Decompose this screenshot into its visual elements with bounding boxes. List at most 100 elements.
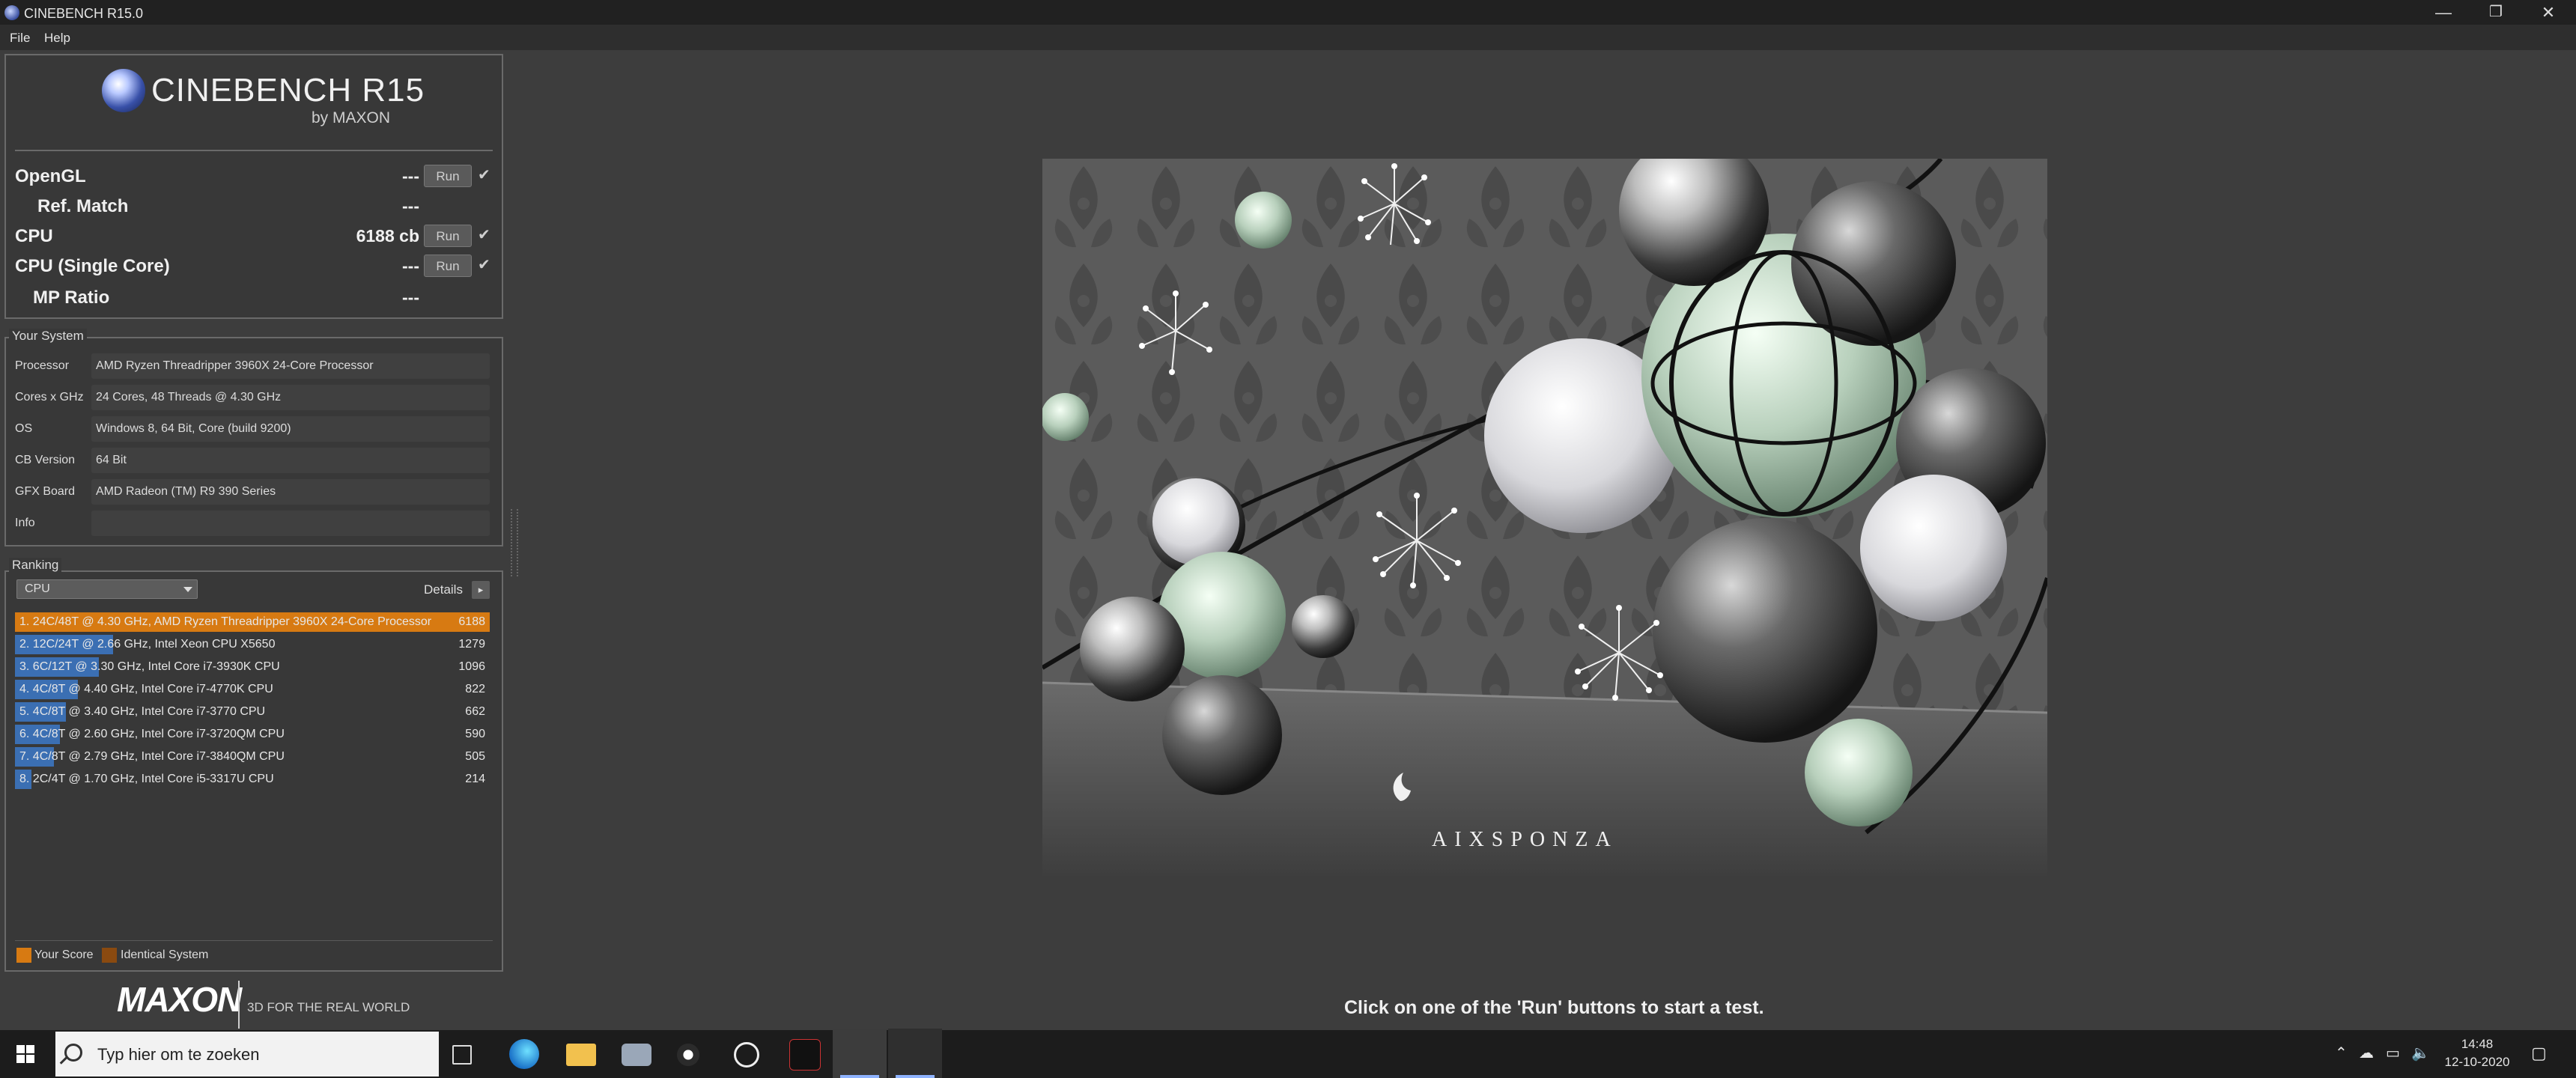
single-core-score: --- [402, 256, 419, 275]
logo-title: CINEBENCH R15 [151, 72, 425, 109]
ranking-row[interactable]: 4. 4C/8T @ 4.40 GHz, Intel Core i7-4770K… [15, 680, 490, 699]
notifications-icon[interactable]: ▢ [2531, 1044, 2547, 1063]
ranking-row-score: 6188 [458, 615, 485, 628]
system-row-value[interactable]: 24 Cores, 48 Threads @ 4.30 GHz [91, 385, 490, 410]
close-button[interactable]: ✕ [2524, 0, 2573, 25]
render-preview: AIXSPONZA [1042, 159, 2047, 876]
search-icon [64, 1044, 82, 1062]
mp-ratio-label: MP Ratio [33, 287, 110, 308]
ranking-row-score: 1279 [458, 638, 485, 651]
status-hint: Click on one of the 'Run' buttons to sta… [1344, 997, 1764, 1018]
amd-software-icon[interactable] [789, 1039, 821, 1071]
ranking-group-title: Ranking [9, 558, 62, 573]
cinebench-app-icon [4, 5, 19, 20]
ranking-row-score: 505 [465, 750, 485, 763]
maxon-tagline: 3D FOR THE REAL WORLD [247, 1000, 410, 1014]
ranking-select-value: CPU [25, 582, 50, 595]
cinebench-taskbar-active [833, 1029, 887, 1078]
system-row-label: GFX Board [15, 485, 76, 498]
refmatch-score: --- [402, 196, 419, 216]
taskbar-clock[interactable]: 14:48 12-10-2020 [2443, 1035, 2512, 1071]
taskbar-search-input[interactable]: Typ hier om te zoeken [55, 1032, 439, 1077]
ranking-row-score: 590 [465, 728, 485, 740]
window-title: CINEBENCH R15.0 [24, 6, 144, 21]
render-image: AIXSPONZA [1042, 159, 2047, 876]
menu-file[interactable]: File [10, 31, 30, 46]
ranking-row-label: 8. 2C/4T @ 1.70 GHz, Intel Core i5-3317U… [19, 773, 274, 785]
windows-start-icon[interactable] [16, 1045, 34, 1063]
ranking-row[interactable]: 2. 12C/24T @ 2.66 GHz, Intel Xeon CPU X5… [15, 635, 490, 654]
minimize-button[interactable]: — [2419, 0, 2468, 25]
system-row-label: Processor [15, 359, 70, 372]
ranking-row-score: 662 [465, 705, 485, 718]
legend-divider [15, 940, 493, 941]
ranking-row[interactable]: 5. 4C/8T @ 3.40 GHz, Intel Core i7-3770 … [15, 702, 490, 722]
title-bar: CINEBENCH R15.0 — ❐ ✕ [0, 0, 2576, 25]
ranking-row[interactable]: 8. 2C/4T @ 1.70 GHz, Intel Core i5-3317U… [15, 770, 490, 789]
file-explorer-icon[interactable] [566, 1044, 596, 1066]
aixsponza-text: AIXSPONZA [1432, 828, 1618, 851]
search-placeholder: Typ hier om te zoeken [97, 1045, 260, 1064]
hardware-monitor-taskbar-active [888, 1029, 942, 1078]
menu-bar: File Help [0, 25, 2576, 50]
ranking-row-label: 3. 6C/12T @ 3.30 GHz, Intel Core i7-3930… [19, 660, 280, 673]
system-row-label: Cores x GHz [15, 391, 84, 404]
ranking-row-label: 4. 4C/8T @ 4.40 GHz, Intel Core i7-4770K… [19, 683, 273, 695]
ranking-row-label: 1. 24C/48T @ 4.30 GHz, AMD Ryzen Threadr… [19, 615, 432, 628]
your-score-legend: Your Score [34, 948, 94, 961]
opengl-score: --- [402, 166, 419, 186]
mail-app-icon[interactable] [622, 1044, 651, 1066]
system-row-value[interactable] [91, 511, 490, 536]
single-core-run-button[interactable]: Run [424, 255, 472, 277]
restore-button[interactable]: ❐ [2471, 0, 2521, 25]
chevron-up-icon[interactable]: ⌃ [2335, 1044, 2348, 1062]
opengl-label: OpenGL [15, 166, 86, 186]
power-app-icon[interactable] [734, 1042, 759, 1068]
windows-taskbar: Typ hier om te zoeken [0, 1030, 2576, 1078]
opengl-check-icon[interactable]: ✔ [478, 165, 490, 184]
maxon-logo: MAXON [117, 980, 242, 1019]
logo-divider [15, 150, 493, 151]
clock-date: 12-10-2020 [2444, 1055, 2510, 1069]
cpu-score: 6188 cb [356, 226, 419, 246]
details-button[interactable]: ▸ [472, 581, 490, 599]
ranking-row[interactable]: 3. 6C/12T @ 3.30 GHz, Intel Core i7-3930… [15, 657, 490, 677]
obs-icon[interactable] [677, 1044, 699, 1066]
single-core-check-icon[interactable]: ✔ [478, 255, 490, 274]
network-icon[interactable]: ▭ [2386, 1044, 2400, 1062]
edge-browser-icon[interactable] [509, 1039, 539, 1069]
system-row-value[interactable]: AMD Ryzen Threadripper 3960X 24-Core Pro… [91, 353, 490, 379]
refmatch-label: Ref. Match [37, 196, 129, 216]
onedrive-icon[interactable]: ☁ [2359, 1044, 2374, 1062]
system-row-label: CB Version [15, 454, 76, 466]
system-row-label: Info [15, 517, 35, 529]
task-view-icon[interactable] [452, 1045, 472, 1065]
ranking-row-label: 6. 4C/8T @ 2.60 GHz, Intel Core i7-3720Q… [19, 728, 285, 740]
menu-help[interactable]: Help [44, 31, 70, 46]
identical-system-swatch [102, 948, 117, 963]
clock-time: 14:48 [2461, 1037, 2494, 1051]
cpu-check-icon[interactable]: ✔ [478, 225, 490, 244]
cpu-run-button[interactable]: Run [424, 225, 472, 247]
ranking-row-label: 2. 12C/24T @ 2.66 GHz, Intel Xeon CPU X5… [19, 638, 276, 651]
panel-splitter-handle[interactable] [511, 509, 518, 576]
volume-icon[interactable]: 🔈 [2411, 1044, 2430, 1062]
identical-system-legend: Identical System [121, 948, 209, 961]
ranking-row-label: 5. 4C/8T @ 3.40 GHz, Intel Core i7-3770 … [19, 705, 266, 718]
ranking-type-select[interactable]: CPU [16, 579, 198, 599]
chevron-down-icon [183, 587, 192, 592]
opengl-run-button[interactable]: Run [424, 165, 472, 187]
system-group-title: Your System [9, 329, 87, 344]
cpu-label: CPU [15, 226, 53, 246]
system-row-label: OS [15, 422, 33, 435]
system-row-value[interactable]: 64 Bit [91, 448, 490, 473]
system-row-value[interactable]: AMD Radeon (TM) R9 390 Series [91, 479, 490, 505]
system-row-value[interactable]: Windows 8, 64 Bit, Core (build 9200) [91, 416, 490, 442]
mp-ratio-score: --- [402, 287, 419, 307]
single-core-label: CPU (Single Core) [15, 256, 170, 276]
your-score-swatch [16, 948, 31, 963]
ranking-row-label: 7. 4C/8T @ 2.79 GHz, Intel Core i7-3840Q… [19, 750, 285, 763]
ranking-row[interactable]: 6. 4C/8T @ 2.60 GHz, Intel Core i7-3720Q… [15, 725, 490, 744]
ranking-row[interactable]: 7. 4C/8T @ 2.79 GHz, Intel Core i7-3840Q… [15, 747, 490, 767]
ranking-row[interactable]: 1. 24C/48T @ 4.30 GHz, AMD Ryzen Threadr… [15, 612, 490, 632]
